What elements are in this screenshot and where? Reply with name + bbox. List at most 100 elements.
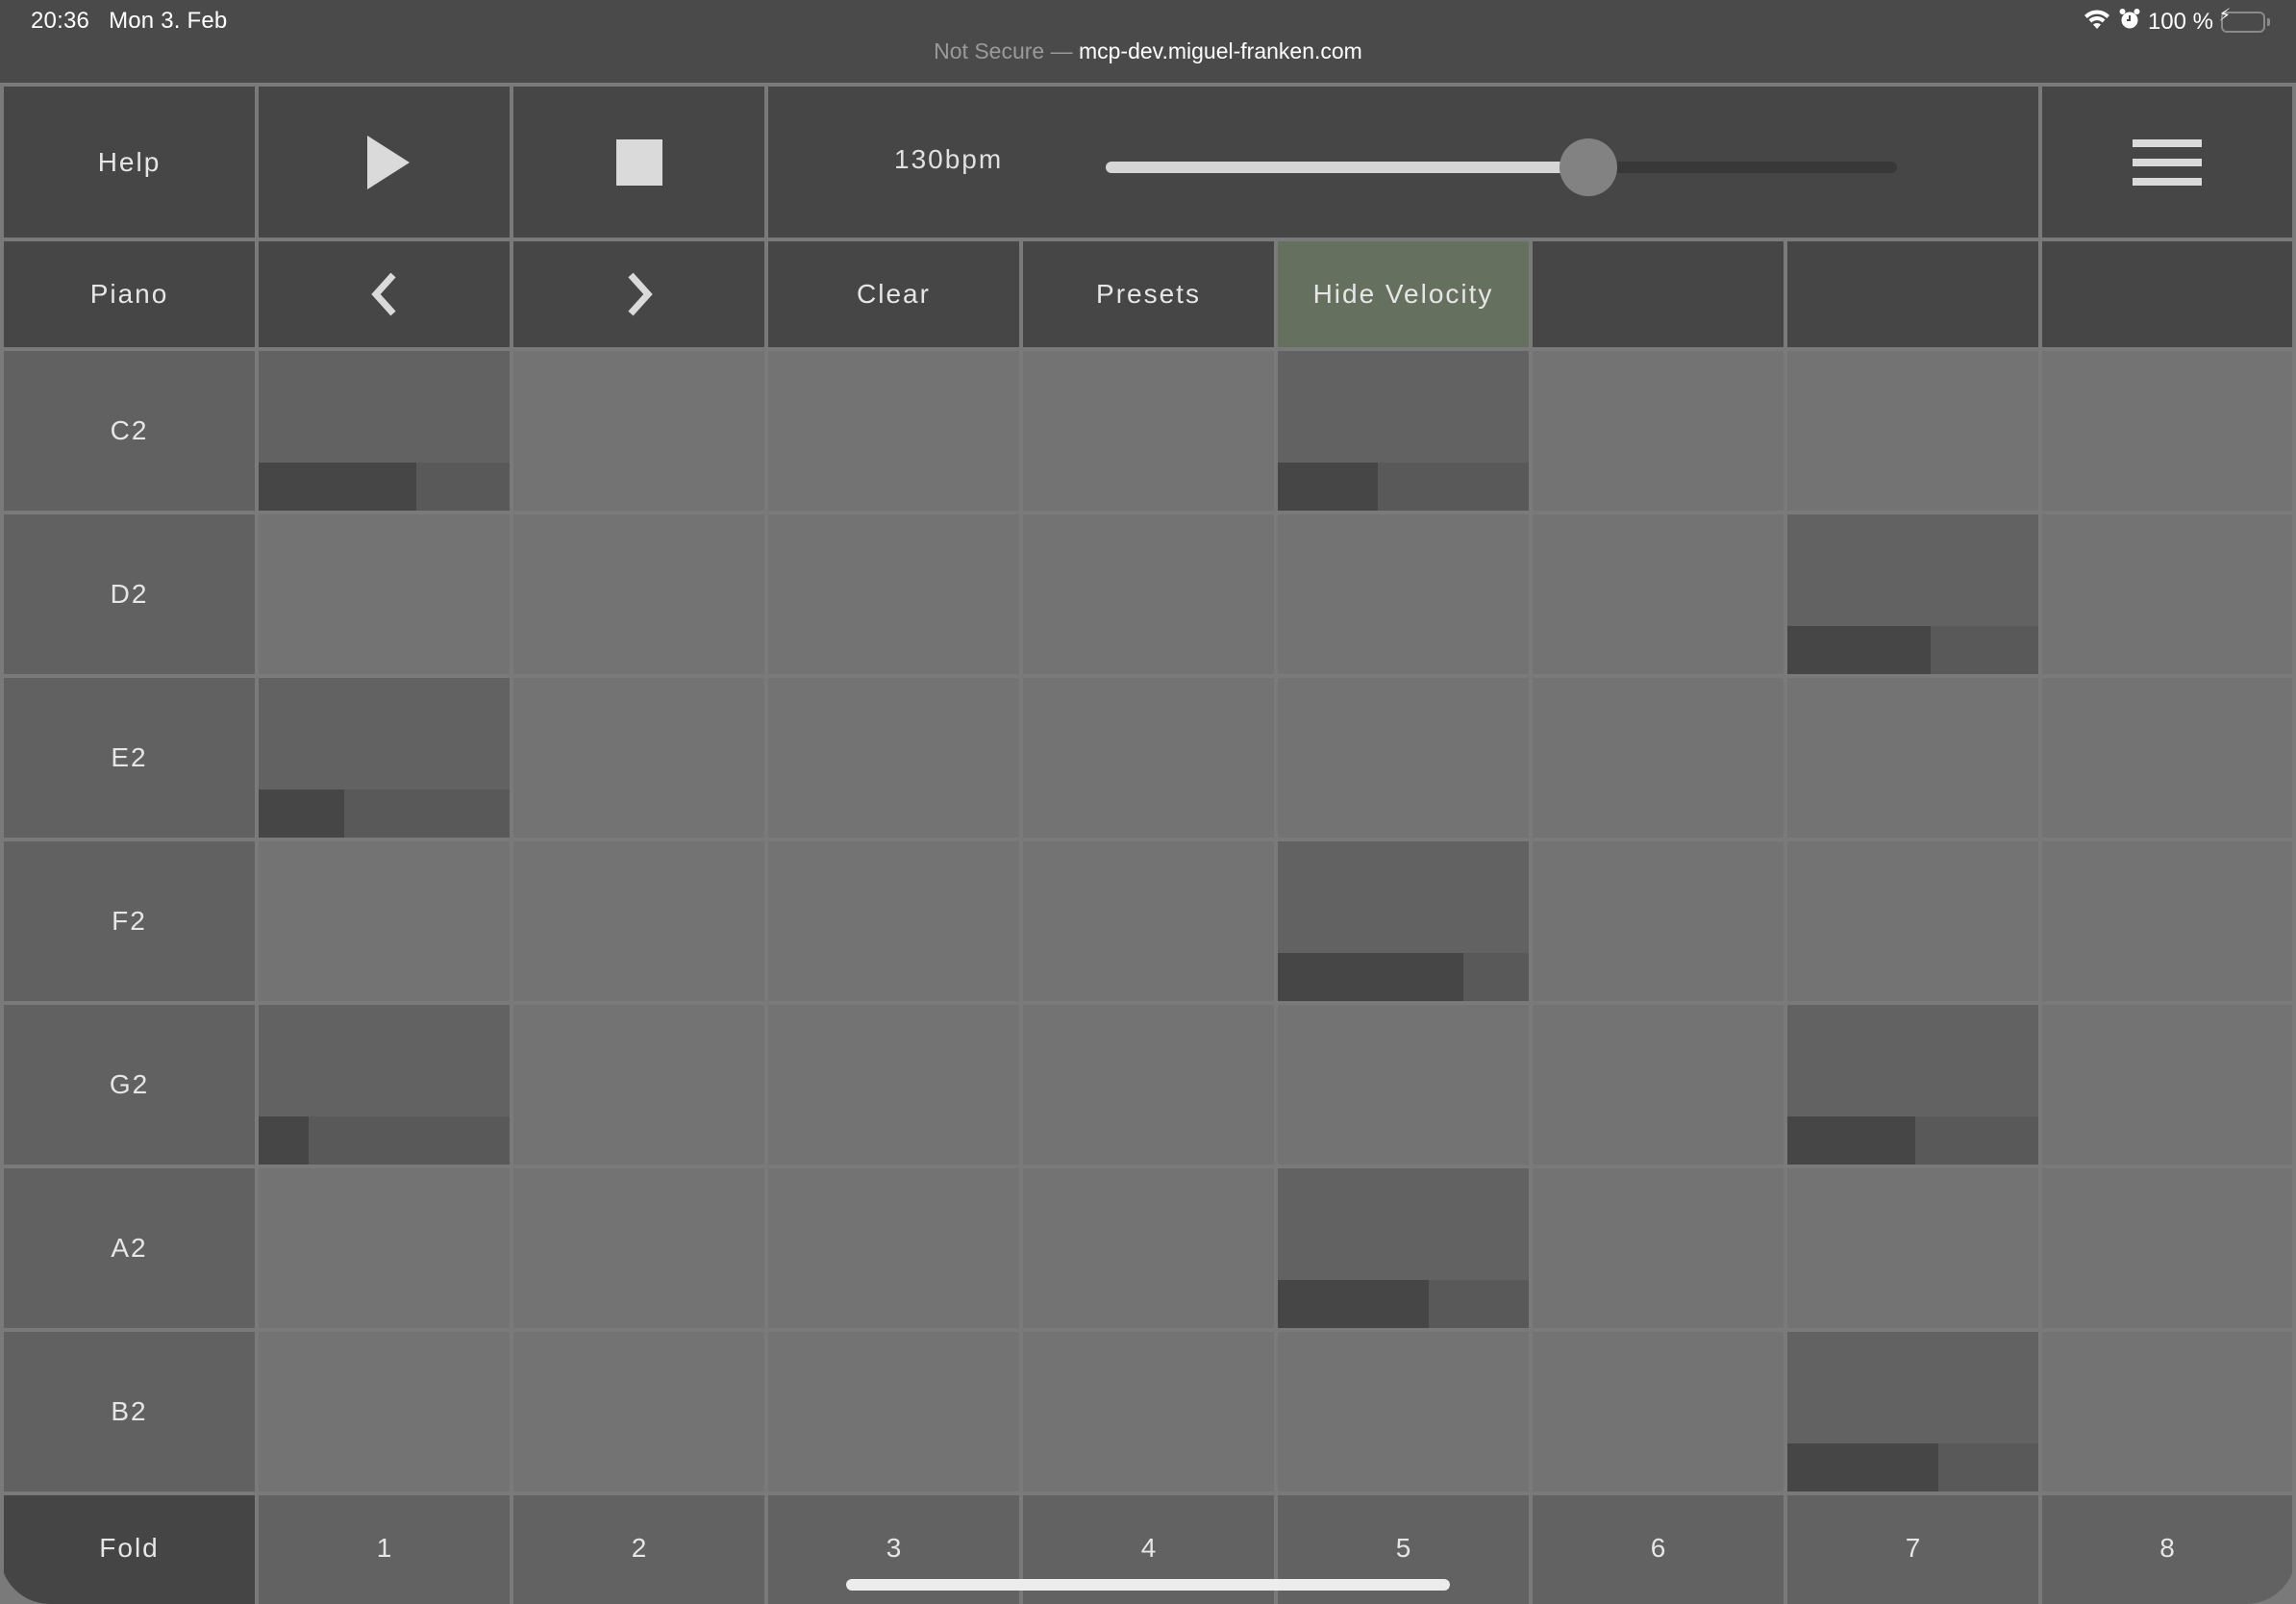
note-cell[interactable] <box>1533 351 1784 511</box>
note-cell[interactable] <box>1787 1168 2038 1328</box>
note-cell[interactable] <box>1023 841 1274 1001</box>
note-cell[interactable] <box>513 351 764 511</box>
step-number-text: 8 <box>2159 1533 2175 1563</box>
note-cell-active[interactable] <box>1278 841 1529 1001</box>
note-label-text: F2 <box>112 906 147 936</box>
note-cell[interactable] <box>768 1168 1019 1328</box>
velocity-bar[interactable] <box>259 1116 510 1165</box>
step-number-8[interactable]: 8 <box>2042 1495 2292 1604</box>
presets-button[interactable]: Presets <box>1023 241 1274 347</box>
previous-button[interactable] <box>259 241 510 347</box>
note-cell[interactable] <box>2042 351 2292 511</box>
step-number-2[interactable]: 2 <box>513 1495 764 1604</box>
note-cell[interactable] <box>768 1332 1019 1491</box>
note-cell[interactable] <box>768 841 1019 1001</box>
velocity-bar[interactable] <box>1787 1443 2038 1491</box>
note-cell[interactable] <box>1278 1332 1529 1491</box>
note-cell[interactable] <box>513 678 764 838</box>
note-cell[interactable] <box>1787 351 2038 511</box>
note-cell[interactable] <box>2042 514 2292 674</box>
play-button[interactable] <box>259 87 510 238</box>
velocity-bar[interactable] <box>1278 1280 1529 1328</box>
note-label-e2[interactable]: E2 <box>4 678 255 838</box>
note-cell[interactable] <box>2042 678 2292 838</box>
note-cell[interactable] <box>513 1332 764 1491</box>
instrument-button[interactable]: Piano <box>4 241 255 347</box>
step-number-text: 1 <box>376 1533 392 1563</box>
fold-button[interactable]: Fold <box>4 1495 255 1604</box>
note-cell[interactable] <box>1023 1332 1274 1491</box>
clear-button[interactable]: Clear <box>768 241 1019 347</box>
note-cell[interactable] <box>1278 1005 1529 1165</box>
velocity-bar[interactable] <box>259 463 510 511</box>
note-label-b2[interactable]: B2 <box>4 1332 255 1491</box>
note-cell[interactable] <box>1533 1005 1784 1165</box>
note-cell[interactable] <box>259 1332 510 1491</box>
note-cell-active[interactable] <box>1787 514 2038 674</box>
note-cell-active[interactable] <box>1787 1005 2038 1165</box>
note-label-g2[interactable]: G2 <box>4 1005 255 1165</box>
tempo-slider[interactable] <box>1106 138 1897 196</box>
note-cell-active[interactable] <box>259 351 510 511</box>
note-cell[interactable] <box>1533 678 1784 838</box>
note-cell[interactable] <box>1533 841 1784 1001</box>
note-cell-active[interactable] <box>1278 1168 1529 1328</box>
tempo-slider-fill <box>1106 162 1589 173</box>
note-cell[interactable] <box>1533 1332 1784 1491</box>
note-cell[interactable] <box>1023 351 1274 511</box>
step-number-7[interactable]: 7 <box>1787 1495 2038 1604</box>
velocity-bar[interactable] <box>1278 953 1529 1001</box>
velocity-bar[interactable] <box>1278 463 1529 511</box>
step-number-6[interactable]: 6 <box>1533 1495 1784 1604</box>
note-cell[interactable] <box>1787 841 2038 1001</box>
url-bar[interactable]: Not Secure — mcp-dev.miguel-franken.com <box>0 38 2296 64</box>
note-cell[interactable] <box>2042 1332 2292 1491</box>
next-button[interactable] <box>513 241 764 347</box>
stop-button[interactable] <box>513 87 764 238</box>
velocity-bar[interactable] <box>1787 626 2038 674</box>
note-cell[interactable] <box>259 841 510 1001</box>
note-cell-active[interactable] <box>259 1005 510 1165</box>
note-cell[interactable] <box>1533 514 1784 674</box>
note-label-c2[interactable]: C2 <box>4 351 255 511</box>
note-cell[interactable] <box>768 351 1019 511</box>
status-time: 20:36 <box>31 8 90 34</box>
note-cell-active[interactable] <box>1278 351 1529 511</box>
note-cell[interactable] <box>1023 1005 1274 1165</box>
note-cell[interactable] <box>2042 1005 2292 1165</box>
note-cell[interactable] <box>1278 514 1529 674</box>
note-label-a2[interactable]: A2 <box>4 1168 255 1328</box>
note-cell[interactable] <box>2042 841 2292 1001</box>
note-cell[interactable] <box>768 514 1019 674</box>
note-label-f2[interactable]: F2 <box>4 841 255 1001</box>
note-cell[interactable] <box>513 514 764 674</box>
status-indicators: 100 % ⚡ <box>2083 7 2270 37</box>
help-button[interactable]: Help <box>4 87 255 238</box>
note-cell[interactable] <box>1023 1168 1274 1328</box>
note-cell[interactable] <box>768 1005 1019 1165</box>
note-cell[interactable] <box>2042 1168 2292 1328</box>
note-cell-active[interactable] <box>1787 1332 2038 1491</box>
note-cell[interactable] <box>513 841 764 1001</box>
url-host: mcp-dev.miguel-franken.com <box>1078 38 1362 63</box>
home-indicator[interactable] <box>846 1579 1450 1591</box>
note-cell[interactable] <box>1023 678 1274 838</box>
menu-button[interactable] <box>2042 87 2292 238</box>
note-cell[interactable] <box>259 514 510 674</box>
note-cell[interactable] <box>259 1168 510 1328</box>
note-cell[interactable] <box>1023 514 1274 674</box>
note-cell[interactable] <box>768 678 1019 838</box>
note-cell[interactable] <box>513 1168 764 1328</box>
note-cell[interactable] <box>1278 678 1529 838</box>
note-cell[interactable] <box>1787 678 2038 838</box>
note-cell[interactable] <box>513 1005 764 1165</box>
velocity-bar[interactable] <box>259 789 510 838</box>
velocity-bar[interactable] <box>1787 1116 2038 1165</box>
step-number-1[interactable]: 1 <box>259 1495 510 1604</box>
note-cell[interactable] <box>1533 1168 1784 1328</box>
note-label-d2[interactable]: D2 <box>4 514 255 674</box>
hide-velocity-button[interactable]: Hide Velocity <box>1278 241 1529 347</box>
tempo-slider-thumb[interactable] <box>1560 138 1618 196</box>
note-cell-active[interactable] <box>259 678 510 838</box>
not-secure-label: Not Secure — <box>934 38 1073 63</box>
